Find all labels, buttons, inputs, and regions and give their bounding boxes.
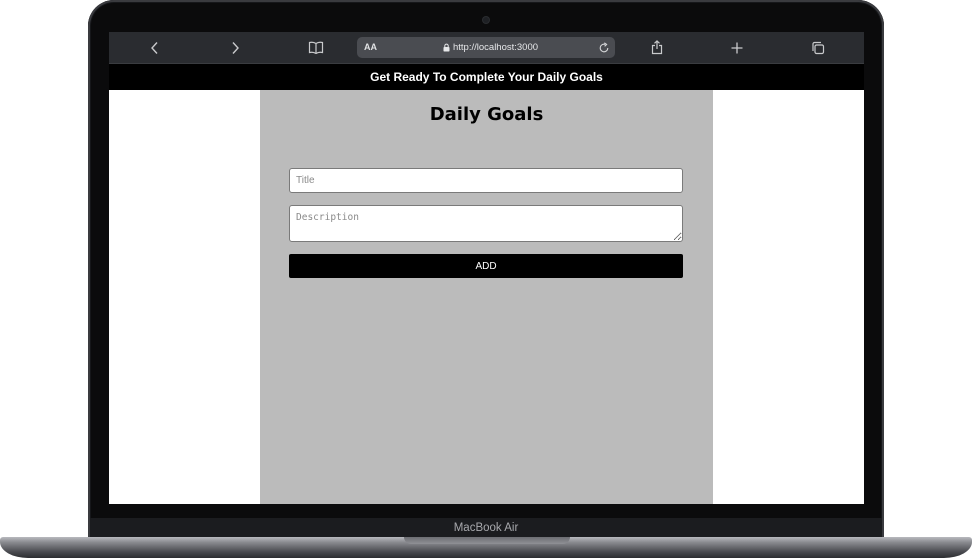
reload-icon bbox=[599, 41, 609, 52]
chevron-right-icon bbox=[232, 41, 239, 54]
url-display[interactable]: http://localhost:3000 bbox=[443, 37, 538, 58]
tabs-icon bbox=[812, 41, 825, 54]
device-brand: MacBook Air bbox=[453, 522, 519, 534]
bookmarks-button[interactable] bbox=[304, 32, 328, 63]
back-button[interactable] bbox=[143, 32, 167, 63]
page-body: Daily Goals ADD bbox=[109, 90, 864, 504]
url-text: http://localhost:3000 bbox=[453, 42, 539, 53]
lock-icon bbox=[443, 43, 450, 52]
share-icon bbox=[651, 40, 663, 55]
plus-icon bbox=[731, 42, 743, 53]
share-button[interactable] bbox=[645, 32, 669, 63]
chevron-left-icon bbox=[151, 41, 158, 54]
screen: AA http://localhost:3000 Get Ready To Co… bbox=[109, 32, 864, 504]
new-tab-button[interactable] bbox=[725, 32, 749, 63]
goals-panel: Daily Goals ADD bbox=[260, 90, 713, 504]
laptop-notch bbox=[404, 537, 570, 544]
page-title: Daily Goals bbox=[429, 104, 544, 125]
forward-button[interactable] bbox=[223, 32, 247, 63]
book-icon bbox=[308, 41, 324, 54]
laptop-base bbox=[0, 537, 972, 558]
title-input[interactable] bbox=[289, 168, 683, 193]
stage: AA http://localhost:3000 Get Ready To Co… bbox=[0, 0, 972, 558]
tabs-overview-button[interactable] bbox=[806, 32, 830, 63]
laptop-hinge: MacBook Air bbox=[90, 518, 882, 538]
reader-button[interactable]: AA bbox=[364, 37, 377, 58]
camera bbox=[483, 17, 489, 23]
reload-button[interactable] bbox=[597, 37, 611, 58]
address-bar[interactable]: AA http://localhost:3000 bbox=[357, 37, 615, 58]
browser-toolbar: AA http://localhost:3000 bbox=[109, 32, 864, 64]
page-header: Get Ready To Complete Your Daily Goals bbox=[109, 64, 864, 90]
description-input[interactable] bbox=[289, 205, 683, 242]
add-button[interactable]: ADD bbox=[289, 254, 683, 278]
